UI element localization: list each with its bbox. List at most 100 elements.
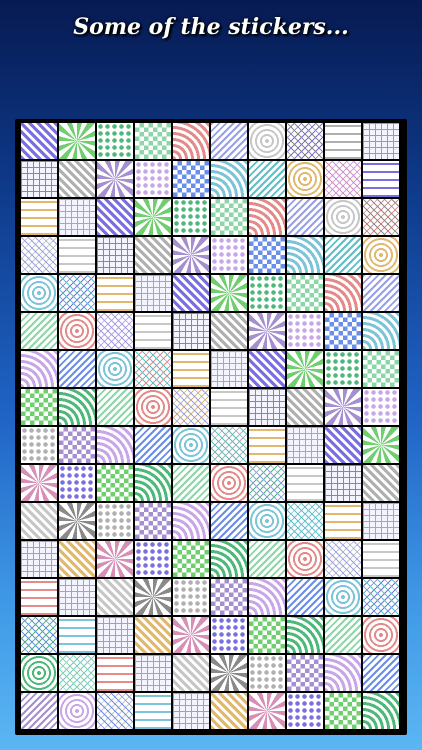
sticker-tile[interactable]: [59, 389, 95, 425]
sticker-tile[interactable]: [287, 389, 323, 425]
sticker-tile[interactable]: [97, 123, 133, 159]
sticker-tile[interactable]: [211, 693, 247, 729]
sticker-tile[interactable]: [97, 389, 133, 425]
sticker-tile[interactable]: [97, 503, 133, 539]
sticker-tile[interactable]: [97, 541, 133, 577]
sticker-tile[interactable]: [173, 617, 209, 653]
sticker-tile[interactable]: [173, 465, 209, 501]
sticker-tile[interactable]: [135, 465, 171, 501]
sticker-tile[interactable]: [249, 351, 285, 387]
sticker-tile[interactable]: [21, 199, 57, 235]
sticker-tile[interactable]: [287, 579, 323, 615]
sticker-tile[interactable]: [59, 541, 95, 577]
sticker-tile[interactable]: [59, 465, 95, 501]
sticker-tile[interactable]: [97, 427, 133, 463]
sticker-tile[interactable]: [325, 541, 361, 577]
sticker-tile[interactable]: [135, 313, 171, 349]
sticker-tile[interactable]: [249, 199, 285, 235]
sticker-tile[interactable]: [249, 617, 285, 653]
sticker-tile[interactable]: [59, 161, 95, 197]
sticker-tile[interactable]: [173, 123, 209, 159]
sticker-tile[interactable]: [287, 655, 323, 691]
sticker-tile[interactable]: [173, 161, 209, 197]
sticker-tile[interactable]: [211, 237, 247, 273]
sticker-tile[interactable]: [21, 617, 57, 653]
sticker-tile[interactable]: [135, 161, 171, 197]
sticker-tile[interactable]: [135, 123, 171, 159]
sticker-tile[interactable]: [173, 199, 209, 235]
sticker-tile[interactable]: [135, 427, 171, 463]
sticker-tile[interactable]: [363, 617, 399, 653]
sticker-tile[interactable]: [287, 465, 323, 501]
sticker-tile[interactable]: [249, 655, 285, 691]
sticker-tile[interactable]: [59, 123, 95, 159]
sticker-tile[interactable]: [363, 351, 399, 387]
sticker-tile[interactable]: [21, 465, 57, 501]
sticker-tile[interactable]: [135, 351, 171, 387]
sticker-tile[interactable]: [21, 351, 57, 387]
sticker-tile[interactable]: [287, 199, 323, 235]
sticker-tile[interactable]: [135, 693, 171, 729]
sticker-tile[interactable]: [325, 693, 361, 729]
sticker-tile[interactable]: [135, 199, 171, 235]
sticker-tile[interactable]: [287, 161, 323, 197]
sticker-tile[interactable]: [135, 237, 171, 273]
sticker-tile[interactable]: [97, 617, 133, 653]
sticker-tile[interactable]: [59, 237, 95, 273]
sticker-tile[interactable]: [97, 237, 133, 273]
sticker-tile[interactable]: [211, 199, 247, 235]
sticker-tile[interactable]: [363, 237, 399, 273]
sticker-tile[interactable]: [211, 655, 247, 691]
sticker-tile[interactable]: [287, 351, 323, 387]
sticker-tile[interactable]: [287, 693, 323, 729]
sticker-tile[interactable]: [21, 123, 57, 159]
sticker-tile[interactable]: [211, 503, 247, 539]
sticker-tile[interactable]: [211, 465, 247, 501]
sticker-tile[interactable]: [59, 313, 95, 349]
sticker-tile[interactable]: [135, 579, 171, 615]
sticker-tile[interactable]: [135, 541, 171, 577]
sticker-tile[interactable]: [363, 123, 399, 159]
sticker-tile[interactable]: [249, 427, 285, 463]
sticker-tile[interactable]: [363, 693, 399, 729]
sticker-tile[interactable]: [97, 313, 133, 349]
sticker-tile[interactable]: [325, 465, 361, 501]
sticker-tile[interactable]: [173, 655, 209, 691]
sticker-tile[interactable]: [363, 503, 399, 539]
sticker-tile[interactable]: [325, 617, 361, 653]
sticker-tile[interactable]: [21, 427, 57, 463]
sticker-tile[interactable]: [325, 237, 361, 273]
sticker-tile[interactable]: [173, 503, 209, 539]
sticker-tile[interactable]: [325, 427, 361, 463]
sticker-tile[interactable]: [249, 465, 285, 501]
sticker-tile[interactable]: [21, 389, 57, 425]
sticker-tile[interactable]: [249, 275, 285, 311]
sticker-tile[interactable]: [325, 351, 361, 387]
sticker-tile[interactable]: [59, 427, 95, 463]
sticker-tile[interactable]: [249, 389, 285, 425]
sticker-tile[interactable]: [173, 541, 209, 577]
sticker-tile[interactable]: [173, 693, 209, 729]
sticker-tile[interactable]: [363, 275, 399, 311]
sticker-tile[interactable]: [97, 579, 133, 615]
sticker-tile[interactable]: [211, 123, 247, 159]
sticker-tile[interactable]: [21, 655, 57, 691]
sticker-tile[interactable]: [59, 351, 95, 387]
sticker-tile[interactable]: [97, 693, 133, 729]
sticker-tile[interactable]: [21, 579, 57, 615]
sticker-tile[interactable]: [97, 655, 133, 691]
sticker-tile[interactable]: [249, 123, 285, 159]
sticker-tile[interactable]: [211, 427, 247, 463]
sticker-tile[interactable]: [211, 313, 247, 349]
sticker-tile[interactable]: [249, 161, 285, 197]
sticker-tile[interactable]: [59, 503, 95, 539]
sticker-tile[interactable]: [211, 389, 247, 425]
sticker-tile[interactable]: [287, 617, 323, 653]
sticker-tile[interactable]: [325, 123, 361, 159]
sticker-tile[interactable]: [21, 693, 57, 729]
sticker-tile[interactable]: [173, 389, 209, 425]
sticker-tile[interactable]: [97, 465, 133, 501]
sticker-tile[interactable]: [325, 161, 361, 197]
sticker-tile[interactable]: [97, 161, 133, 197]
sticker-tile[interactable]: [21, 541, 57, 577]
